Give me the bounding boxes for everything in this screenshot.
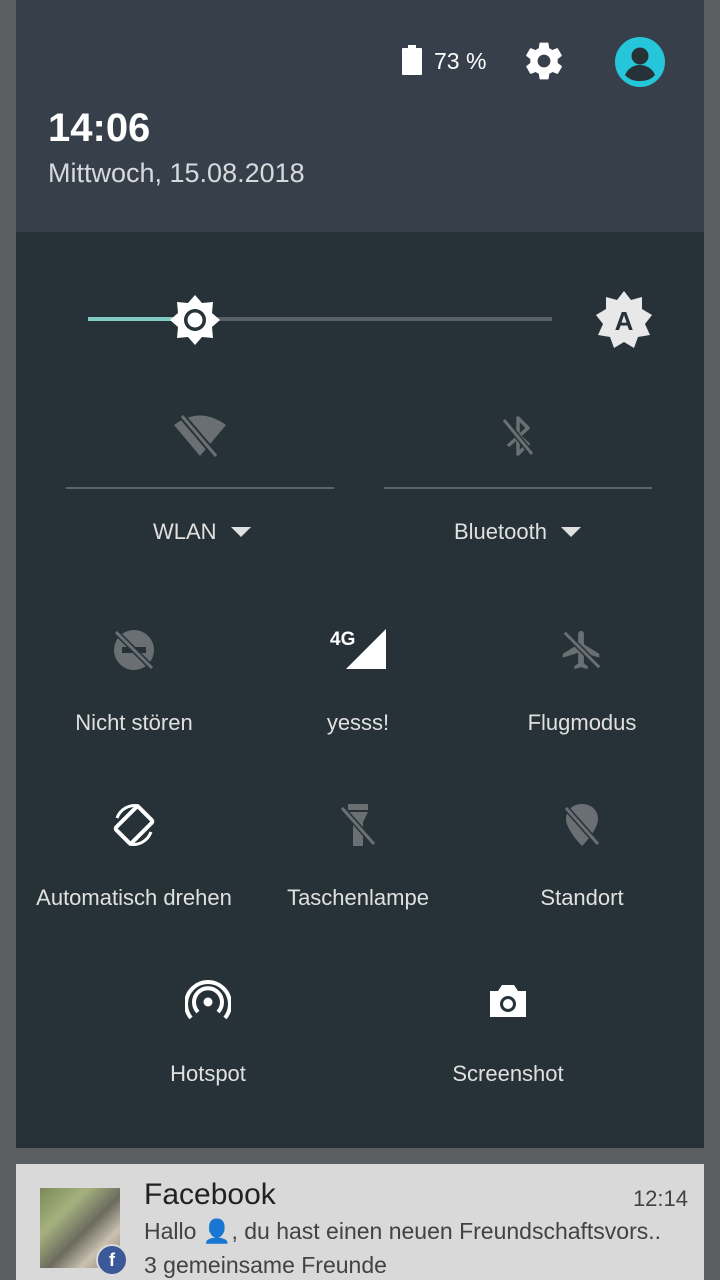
camera-icon — [490, 985, 526, 1017]
wifi-off-icon — [174, 413, 226, 459]
user-avatar-icon[interactable] — [614, 36, 666, 88]
bluetooth-divider — [384, 487, 652, 489]
network-type: 4G — [330, 629, 355, 650]
brightness-auto-icon[interactable]: A — [594, 290, 654, 350]
bluetooth-label: Bluetooth — [454, 519, 547, 544]
tile-airplane-mode[interactable]: Flugmodus — [472, 626, 692, 736]
tile-label: Taschenlampe — [287, 885, 429, 910]
wifi-toggle[interactable] — [66, 412, 334, 472]
signal-4g-icon: 4G — [330, 629, 386, 669]
do-not-disturb-off-icon — [113, 629, 155, 671]
auto-rotate-icon — [113, 804, 155, 846]
tile-flashlight[interactable]: Taschenlampe — [248, 801, 468, 911]
battery-icon — [402, 45, 422, 75]
tile-label: Nicht stören — [75, 710, 193, 735]
wifi-divider — [66, 487, 334, 489]
battery-percent: 73 % — [434, 48, 487, 74]
quick-settings-panel: 73 % 14:06 Mittwoch, 15.08.2018 A WLAN B… — [16, 0, 704, 1148]
bluetooth-toggle[interactable] — [384, 412, 652, 472]
hotspot-icon — [185, 980, 231, 1020]
date-label: Mittwoch, 15.08.2018 — [48, 158, 305, 188]
notification-app-name: Facebook — [144, 1178, 276, 1211]
svg-text:A: A — [615, 306, 634, 336]
brightness-thumb-icon[interactable] — [169, 294, 221, 346]
wifi-label: WLAN — [153, 519, 217, 544]
notification-time: 12:14 — [632, 1186, 688, 1211]
status-header: 73 % 14:06 Mittwoch, 15.08.2018 — [16, 0, 704, 232]
clock-time: 14:06 — [48, 106, 151, 150]
notification-text: Hallo 👤, du hast einen neuen Freundschaf… — [144, 1218, 662, 1244]
facebook-notification[interactable]: f Facebook 12:14 Hallo 👤, du hast einen … — [16, 1164, 704, 1280]
airplane-off-icon — [562, 630, 602, 670]
tile-auto-rotate[interactable]: Automatisch drehen — [24, 801, 244, 911]
tile-label: Screenshot — [452, 1061, 564, 1086]
tile-label: Flugmodus — [527, 710, 637, 735]
bluetooth-dropdown[interactable]: Bluetooth — [454, 519, 581, 545]
notification-subtext: 3 gemeinsame Freunde — [144, 1252, 387, 1278]
chevron-down-icon — [230, 527, 251, 537]
tile-label: Automatisch drehen — [36, 885, 232, 910]
facebook-badge-icon: f — [96, 1244, 128, 1276]
tile-label: yesss! — [326, 710, 390, 735]
location-off-icon — [563, 804, 601, 846]
tile-label: Standort — [540, 885, 624, 910]
tile-screenshot[interactable]: Screenshot — [398, 977, 618, 1087]
tile-location[interactable]: Standort — [472, 801, 692, 911]
settings-gear-icon[interactable] — [522, 39, 566, 83]
tile-label: Hotspot — [170, 1061, 246, 1086]
tile-hotspot[interactable]: Hotspot — [98, 977, 318, 1087]
tile-mobile-data[interactable]: 4G yesss! — [248, 626, 468, 736]
flashlight-off-icon — [339, 804, 377, 846]
tile-do-not-disturb[interactable]: Nicht stören — [24, 626, 244, 736]
wifi-dropdown[interactable]: WLAN — [153, 519, 251, 545]
bluetooth-off-icon — [501, 416, 535, 456]
chevron-down-icon — [560, 527, 581, 537]
